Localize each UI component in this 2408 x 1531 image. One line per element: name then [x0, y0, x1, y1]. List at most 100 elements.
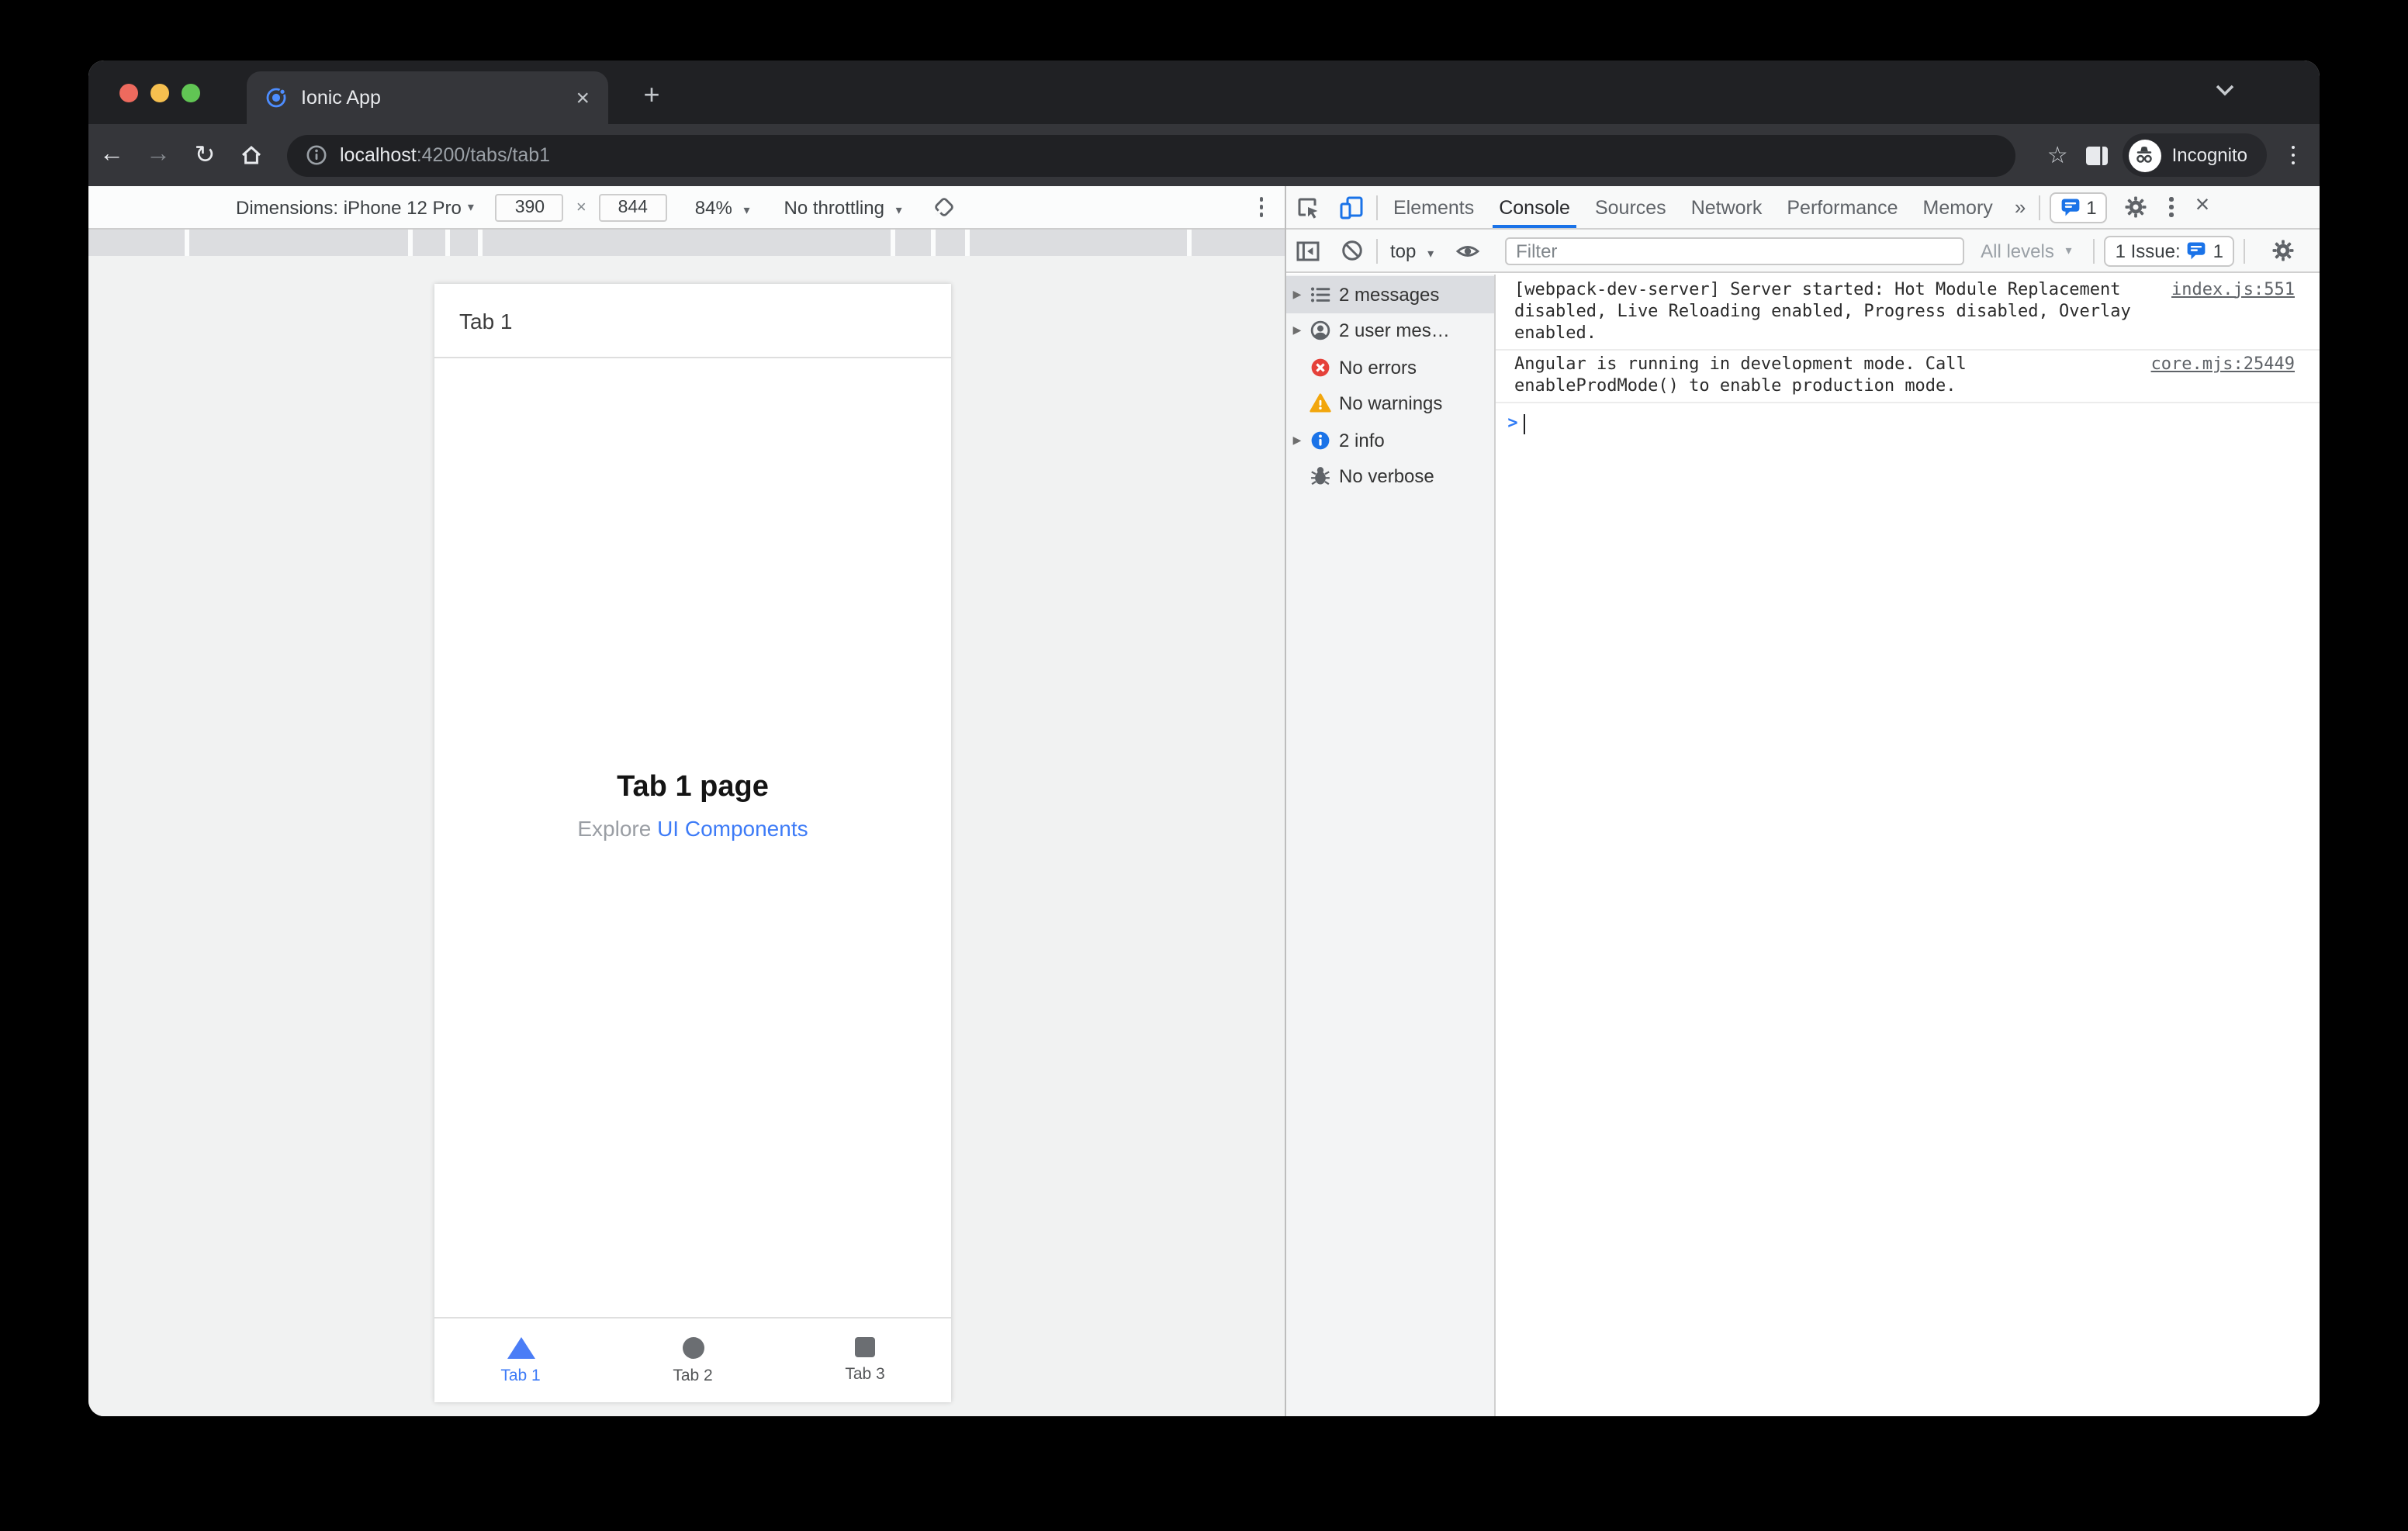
sidebar-item-label: 2 messages [1339, 283, 1440, 306]
error-icon [1308, 357, 1331, 378]
app-tab-bar: Tab 1 Tab 2 Tab 3 [434, 1317, 951, 1402]
issue-bubble-icon [2188, 242, 2206, 260]
sidebar-item-label: No warnings [1339, 392, 1443, 415]
side-panel-icon[interactable] [2084, 143, 2110, 167]
screen: Ionic App × + ← → ↻ localhost:4200/tabs/… [0, 0, 2408, 1531]
window-content: Dimensions: iPhone 12 Pro ▾ × 84% ▾ No t… [88, 186, 2320, 1416]
device-width-input[interactable] [495, 193, 564, 221]
app-tab-1[interactable]: Tab 1 [434, 1318, 607, 1402]
browser-window: Ionic App × + ← → ↻ localhost:4200/tabs/… [88, 60, 2320, 1416]
more-tabs-icon[interactable]: » [2005, 195, 2035, 219]
console-sidebar-toggle-icon[interactable] [1286, 238, 1330, 263]
app-tab-label: Tab 3 [845, 1365, 885, 1384]
tab-performance[interactable]: Performance [1774, 186, 1910, 228]
disclosure-triangle-icon[interactable]: ▶ [1286, 434, 1308, 447]
console-filter-input[interactable] [1505, 237, 1965, 264]
window-minimize-button[interactable] [150, 84, 169, 102]
console-message-row[interactable]: [webpack-dev-server] Server started: Hot… [1496, 275, 2320, 350]
tab-close-icon[interactable]: × [576, 86, 590, 109]
devtools-close-icon[interactable]: × [2186, 192, 2224, 223]
browser-tab-ionic-app[interactable]: Ionic App × [247, 71, 608, 124]
bookmark-star-icon[interactable]: ☆ [2047, 141, 2068, 169]
verbose-bug-icon [1308, 466, 1331, 488]
window-zoom-button[interactable] [182, 84, 200, 102]
sidebar-item-info[interactable]: ▶ 2 info [1286, 422, 1494, 458]
app-header: Tab 1 [434, 284, 951, 358]
url-host: localhost [340, 144, 417, 166]
messages-list-icon [1308, 284, 1331, 306]
console-source-link[interactable]: core.mjs:25449 [2151, 354, 2295, 375]
disclosure-triangle-icon[interactable]: ▶ [1286, 289, 1308, 301]
console-source-link[interactable]: index.js:551 [2171, 278, 2295, 300]
console-settings-icon[interactable] [2261, 239, 2304, 262]
device-toolbar: Dimensions: iPhone 12 Pro ▾ × 84% ▾ No t… [88, 186, 1285, 230]
incognito-badge[interactable]: Incognito [2122, 133, 2266, 177]
ellipse-icon [682, 1336, 704, 1358]
user-messages-icon [1308, 320, 1331, 342]
tab-console[interactable]: Console [1486, 186, 1583, 228]
devtools-settings-icon[interactable] [2114, 195, 2157, 219]
device-toolbar-toggle-icon[interactable] [1330, 195, 1373, 219]
browser-tabstrip: Ionic App × + [88, 60, 2320, 124]
device-zoom-select[interactable]: 84% ▾ [695, 196, 756, 218]
ionic-logo-icon [265, 87, 287, 109]
incognito-icon [2128, 139, 2161, 171]
device-toolbar-menu-icon[interactable] [1247, 197, 1275, 217]
app-main-content: Tab 1 page Explore UI Components [434, 771, 951, 841]
execution-context-select[interactable]: top ▾ [1390, 240, 1440, 261]
back-button[interactable]: ← [88, 141, 135, 169]
page-info-icon[interactable] [306, 144, 327, 166]
tab-elements[interactable]: Elements [1381, 186, 1486, 228]
sidebar-item-verbose[interactable]: No verbose [1286, 458, 1494, 495]
console-message-row[interactable]: Angular is running in development mode. … [1496, 350, 2320, 403]
info-icon [1308, 430, 1331, 451]
sidebar-item-warnings[interactable]: No warnings [1286, 385, 1494, 422]
url-text: localhost:4200/tabs/tab1 [340, 144, 550, 166]
browser-menu-icon[interactable] [2278, 145, 2307, 165]
device-emulation-pane: Dimensions: iPhone 12 Pro ▾ × 84% ▾ No t… [88, 186, 1285, 1416]
tab-search-chevron-icon[interactable] [2216, 84, 2234, 96]
forward-button[interactable]: → [135, 141, 182, 169]
live-expression-eye-icon[interactable] [1446, 240, 1489, 261]
app-tab-3[interactable]: Tab 3 [779, 1318, 951, 1402]
tab-sources[interactable]: Sources [1583, 186, 1679, 228]
app-tab-label: Tab 2 [673, 1366, 713, 1384]
address-bar[interactable]: localhost:4200/tabs/tab1 [287, 134, 2016, 176]
reload-button[interactable]: ↻ [182, 140, 228, 171]
toolbar-right-cluster: ☆ Incognito [2032, 133, 2307, 177]
sidebar-item-messages[interactable]: ▶ 2 messages [1286, 276, 1494, 313]
device-dimensions-select[interactable]: Dimensions: iPhone 12 Pro [236, 196, 462, 218]
tab-memory[interactable]: Memory [1911, 186, 2005, 228]
device-throttling-select[interactable]: No throttling ▾ [784, 196, 908, 218]
new-tab-button[interactable]: + [631, 76, 672, 116]
clear-console-icon[interactable] [1330, 239, 1373, 262]
disclosure-triangle-icon[interactable]: ▶ [1286, 325, 1308, 337]
ui-components-link[interactable]: UI Components [657, 816, 808, 841]
log-levels-select[interactable]: All levels ▾ [1981, 240, 2078, 261]
issues-counter[interactable]: 1 [2049, 192, 2108, 223]
triangle-icon [507, 1336, 535, 1358]
sidebar-item-user-messages[interactable]: ▶ 2 user mes… [1286, 313, 1494, 349]
app-tab-2[interactable]: Tab 2 [607, 1318, 779, 1402]
console-toolbar: top ▾ All levels ▾ 1 Issue: 1 [1286, 230, 2320, 273]
square-icon [855, 1337, 875, 1357]
dimensions-caret-icon: ▾ [467, 200, 474, 214]
home-button[interactable] [228, 143, 275, 168]
inspect-element-icon[interactable] [1286, 195, 1330, 219]
console-issues-button[interactable]: 1 Issue: 1 [2104, 235, 2234, 266]
url-path: :4200/tabs/tab1 [416, 144, 551, 166]
tab-network[interactable]: Network [1679, 186, 1775, 228]
page-subtitle: Explore UI Components [577, 816, 808, 841]
app-viewport: Tab 1 Tab 1 page Explore UI Components T… [434, 284, 951, 1402]
devtools-menu-icon[interactable] [2157, 197, 2186, 217]
console-body: ▶ 2 messages ▶ 2 user mes… No errors No … [1286, 275, 2320, 1416]
console-prompt[interactable]: > [1496, 403, 2320, 434]
sidebar-item-errors[interactable]: No errors [1286, 349, 1494, 385]
window-close-button[interactable] [119, 84, 138, 102]
devtools-tab-row: Elements Console Sources Network Perform… [1286, 186, 2320, 230]
console-message-text: Angular is running in development mode. … [1514, 354, 1967, 396]
devtools-panel: Elements Console Sources Network Perform… [1285, 186, 2320, 1416]
warning-icon [1308, 393, 1331, 415]
device-height-input[interactable] [598, 193, 667, 221]
rotate-device-icon[interactable] [933, 195, 957, 219]
